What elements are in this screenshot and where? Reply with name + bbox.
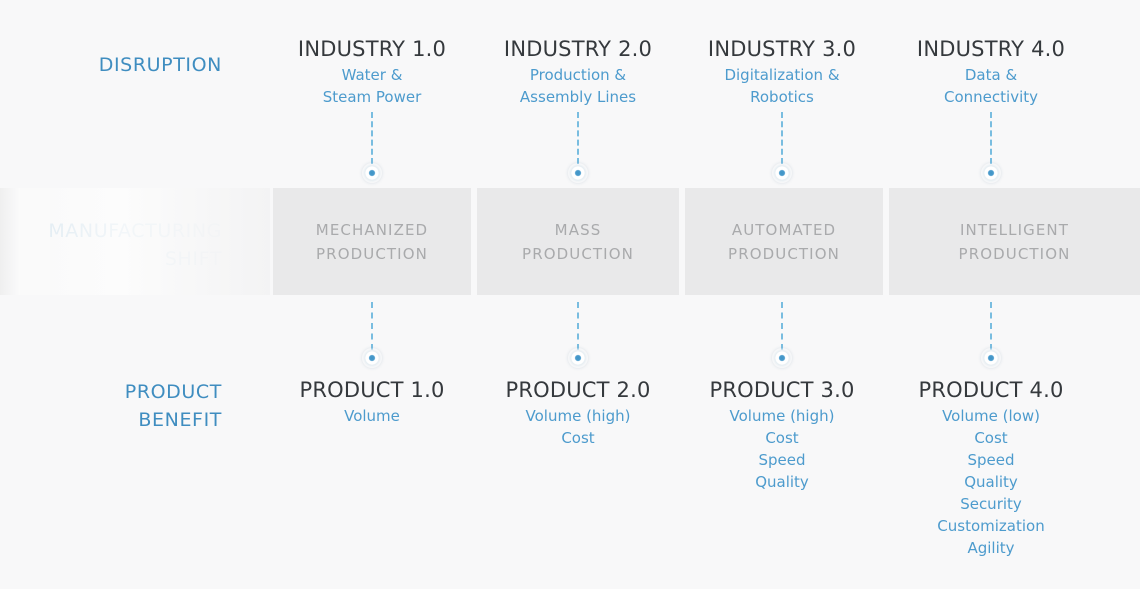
product-benefit-item: Cost [561, 429, 595, 447]
shift-cell-text: MASS PRODUCTION [522, 218, 634, 266]
product-block-3: PRODUCT 3.0 Volume (high) Cost Speed Qualit… [679, 377, 885, 493]
shift-cell-text: MECHANIZED PRODUCTION [316, 218, 428, 266]
disruption-subtitle-line: Connectivity [944, 88, 1038, 106]
product-benefit-item: Cost [765, 429, 799, 447]
disruption-subtitle: Data & Connectivity [888, 64, 1094, 108]
shift-cell-line: PRODUCTION [958, 244, 1071, 263]
product-title: PRODUCT 2.0 [505, 378, 651, 402]
disruption-subtitle: Production & Assembly Lines [475, 64, 681, 108]
connector-line-top-3 [781, 112, 785, 164]
product-title: PRODUCT 3.0 [709, 378, 855, 402]
connector-dot-icon-top-4 [981, 163, 1001, 183]
shift-cell-line: MECHANIZED [315, 220, 429, 239]
shift-cell-line: PRODUCTION [316, 244, 428, 263]
product-benefit-list-3: Volume (high) Cost Speed Quality [679, 405, 885, 493]
row-label-benefit-line2: BENEFIT [138, 409, 222, 431]
disruption-subtitle-line: Production & [529, 66, 627, 84]
connector-line-top-1 [371, 112, 375, 164]
product-benefit-item: Volume (high) [729, 407, 835, 425]
product-block-2: PRODUCT 2.0 Volume (high) Cost [475, 377, 681, 449]
shift-cell-line: MASS [554, 220, 602, 239]
disruption-subtitle-line: Robotics [750, 88, 814, 106]
product-benefit-list-4: Volume (low) Cost Speed Quality Security Cust… [888, 405, 1094, 559]
product-title: PRODUCT 4.0 [918, 378, 1064, 402]
manufacturing-shift-band: MECHANIZED PRODUCTION MASS PRODUCTION AU… [0, 188, 1140, 295]
shift-cell-mechanized-production: MECHANIZED PRODUCTION [273, 188, 471, 295]
disruption-block-industry-4: INDUSTRY 4.0 Data & Connectivity [888, 36, 1094, 108]
row-label-benefit-line1: PRODUCT [124, 381, 222, 403]
connector-line-bottom-4 [990, 302, 994, 350]
product-benefit-item: Volume [344, 407, 400, 425]
connector-dot-icon-top-2 [568, 163, 588, 183]
product-block-1: PRODUCT 1.0 Volume [269, 377, 475, 427]
product-benefit-item: Volume (low) [942, 407, 1040, 425]
shift-cell-text: AUTOMATED PRODUCTION [728, 218, 840, 266]
disruption-title: INDUSTRY 3.0 [707, 37, 857, 61]
product-benefit-list-2: Volume (high) Cost [475, 405, 681, 449]
product-benefit-item: Quality [964, 473, 1018, 491]
disruption-block-industry-3: INDUSTRY 3.0 Digitalization & Robotics [679, 36, 885, 108]
connector-line-top-4 [990, 112, 994, 164]
connector-dot-icon-bottom-1 [362, 348, 382, 368]
connector-dot-icon-top-3 [772, 163, 792, 183]
disruption-block-industry-2: INDUSTRY 2.0 Production & Assembly Lines [475, 36, 681, 108]
shift-cell-text: INTELLIGENT PRODUCTION [912, 218, 1118, 266]
product-benefit-item: Volume (high) [525, 407, 631, 425]
connector-line-top-2 [577, 112, 581, 164]
disruption-subtitle-line: Assembly Lines [519, 88, 637, 106]
product-title: PRODUCT 1.0 [299, 378, 445, 402]
connector-dot-icon-bottom-3 [772, 348, 792, 368]
shift-cell-mass-production: MASS PRODUCTION [477, 188, 679, 295]
disruption-subtitle-line: Digitalization & [724, 66, 840, 84]
connector-line-bottom-2 [577, 302, 581, 350]
disruption-subtitle-line: Data & [964, 66, 1018, 84]
product-block-4: PRODUCT 4.0 Volume (low) Cost Speed Quality… [888, 377, 1094, 559]
product-benefit-item: Speed [967, 451, 1015, 469]
disruption-subtitle-line: Water & [341, 66, 403, 84]
disruption-title: INDUSTRY 4.0 [916, 37, 1066, 61]
disruption-subtitle: Water & Steam Power [269, 64, 475, 108]
band-gradient-backdrop [0, 188, 270, 295]
shift-cell-line: AUTOMATED [731, 220, 837, 239]
product-benefit-list-1: Volume [269, 405, 475, 427]
connector-line-bottom-3 [781, 302, 785, 350]
shift-cell-line: INTELLIGENT [959, 220, 1069, 239]
row-label-disruption-text: DISRUPTION [98, 54, 222, 76]
shift-cell-automated-production: AUTOMATED PRODUCTION [685, 188, 883, 295]
row-label-disruption: DISRUPTION [0, 51, 222, 79]
disruption-subtitle-line: Steam Power [322, 88, 422, 106]
product-benefit-item: Customization [937, 517, 1045, 535]
product-benefit-item: Cost [974, 429, 1008, 447]
connector-dot-icon-bottom-2 [568, 348, 588, 368]
band-gradient-edge [0, 188, 20, 295]
shift-cell-line: PRODUCTION [728, 244, 840, 263]
product-benefit-item: Agility [967, 539, 1015, 557]
industry-evolution-infographic: DISRUPTION MANUFACTURING SHIFT PRODUCT B… [0, 0, 1140, 589]
disruption-subtitle: Digitalization & Robotics [679, 64, 885, 108]
row-label-product-benefit: PRODUCT BENEFIT [0, 378, 222, 434]
disruption-title: INDUSTRY 1.0 [297, 37, 447, 61]
disruption-title: INDUSTRY 2.0 [503, 37, 653, 61]
disruption-block-industry-1: INDUSTRY 1.0 Water & Steam Power [269, 36, 475, 108]
connector-dot-icon-top-1 [362, 163, 382, 183]
connector-dot-icon-bottom-4 [981, 348, 1001, 368]
shift-cell-intelligent-production: INTELLIGENT PRODUCTION [889, 188, 1140, 295]
connector-line-bottom-1 [371, 302, 375, 350]
product-benefit-item: Security [960, 495, 1022, 513]
shift-cell-line: PRODUCTION [522, 244, 634, 263]
product-benefit-item: Quality [755, 473, 809, 491]
product-benefit-item: Speed [758, 451, 806, 469]
